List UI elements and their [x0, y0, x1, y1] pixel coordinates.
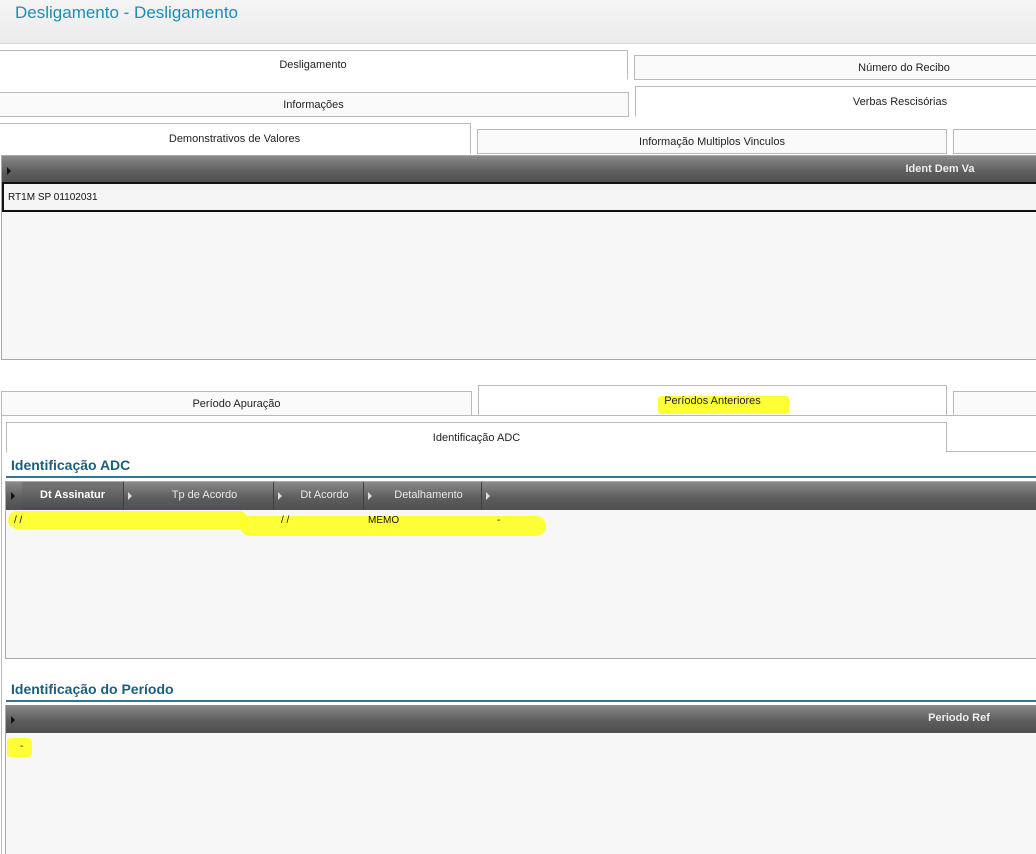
cell-periodo-ref: -: [20, 741, 24, 752]
column-tp-de-acordo[interactable]: Tp de Acordo: [136, 482, 274, 510]
demonstrativos-grid-header: Ident Dem Va: [2, 156, 1036, 184]
cell-extra: -: [497, 515, 501, 526]
tab-verbas-rescisorias[interactable]: Verbas Rescisórias: [635, 86, 1036, 117]
adc-grid-header: Dt Assinatur Tp de Acordo Dt Acordo Deta…: [6, 482, 1036, 510]
tab-informacao-multiplos-vinculos[interactable]: Informação Multiplos Vinculos: [477, 129, 947, 154]
periodo-grid-header: Periodo Ref: [6, 705, 1036, 733]
tab-label: Demonstrativos de Valores: [168, 133, 301, 145]
tab-label: Verbas Rescisórias: [852, 96, 948, 108]
tab-label: Informação Multiplos Vinculos: [639, 136, 785, 148]
row-marker-icon: [11, 492, 15, 500]
table-row[interactable]: RT1M SP 01102031: [2, 182, 1036, 212]
row-marker-icon: [7, 167, 11, 175]
tab-periodos-anteriores[interactable]: Períodos Anteriores: [478, 385, 947, 416]
tab-desligamento[interactable]: Desligamento: [0, 50, 628, 80]
column-arrow-icon: [368, 492, 372, 500]
tab-label: Número do Recibo: [858, 62, 950, 74]
tab-periodo-apuracao[interactable]: Período Apuração: [1, 391, 472, 416]
column-detalhamento[interactable]: Detalhamento: [376, 482, 482, 510]
tab-label: Identificação ADC: [432, 432, 521, 444]
column-arrow-icon: [278, 492, 282, 500]
tab-label: Desligamento: [279, 59, 347, 71]
column-arrow-icon: [128, 492, 132, 500]
table-row[interactable]: -: [6, 736, 1036, 758]
tab-identificacao-adc[interactable]: Identificação ADC: [6, 422, 947, 453]
tab-demonstrativos-valores[interactable]: Demonstrativos de Valores: [0, 123, 471, 154]
tab-numero-recibo[interactable]: Número do Recibo: [634, 55, 1036, 80]
column-arrow-icon: [486, 492, 490, 500]
tab-label: Períodos Anteriores: [664, 395, 761, 407]
column-dt-acordo[interactable]: Dt Acordo: [286, 482, 364, 510]
tab-label: Período Apuração: [192, 398, 281, 410]
cell-dt-acordo: / /: [281, 515, 290, 526]
section-title-adc: Identificação ADC: [11, 457, 131, 473]
column-dt-assinatur[interactable]: Dt Assinatur: [22, 482, 124, 510]
table-row[interactable]: / / / / MEMO -: [6, 510, 1036, 532]
row-marker-icon: [11, 716, 15, 724]
tab-hidden-overflow[interactable]: [953, 129, 1036, 154]
column-ident-dem-va[interactable]: Ident Dem Va: [862, 156, 1018, 184]
tab-label: Informações: [283, 99, 344, 111]
cell-ident-dem-va: RT1M SP 01102031: [8, 192, 98, 203]
cell-dt-assinatura: / /: [14, 515, 23, 526]
tab-informacoes[interactable]: Informações: [0, 92, 629, 117]
column-periodo-ref[interactable]: Periodo Ref: [876, 705, 1036, 733]
tab-line: [947, 451, 1036, 452]
section-divider: [6, 476, 1036, 478]
section-divider: [6, 700, 1036, 702]
tab-hidden-overflow-2[interactable]: [953, 391, 1036, 416]
section-title-periodo: Identificação do Período: [11, 681, 174, 697]
window-title: Desligamento - Desligamento: [15, 3, 238, 22]
cell-detalhamento: MEMO: [368, 515, 400, 526]
